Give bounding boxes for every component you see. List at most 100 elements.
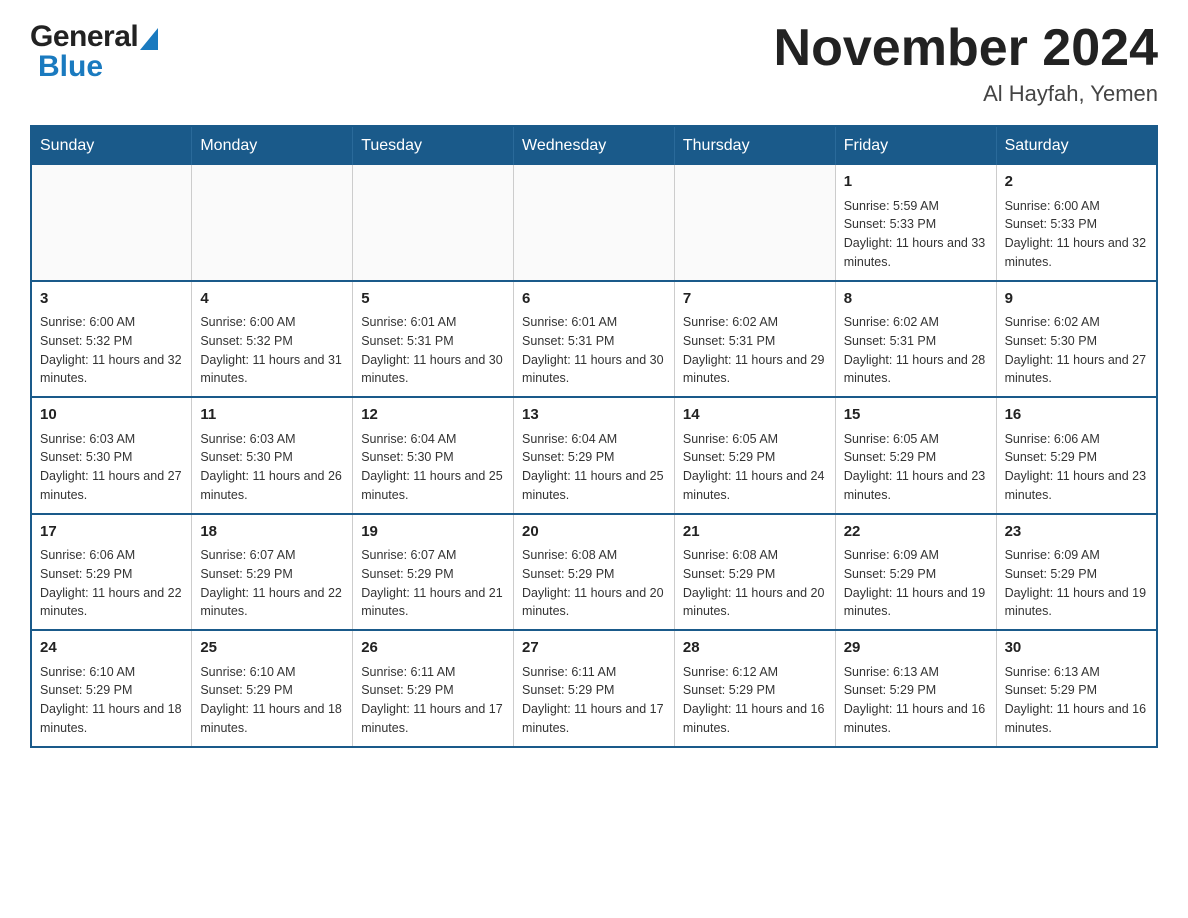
calendar-cell: 12 Sunrise: 6:04 AM Sunset: 5:30 PM Dayli… bbox=[353, 397, 514, 514]
day-number: 20 bbox=[522, 521, 666, 544]
day-info: Sunrise: 6:11 AM Sunset: 5:29 PM Dayligh… bbox=[361, 663, 505, 738]
calendar-cell: 28 Sunrise: 6:12 AM Sunset: 5:29 PM Dayli… bbox=[674, 630, 835, 747]
calendar-cell: 19Sunrise: 6:07 AM Sunset: 5:29 PM Dayli… bbox=[353, 514, 514, 631]
day-of-week-header: Wednesday bbox=[514, 126, 675, 165]
day-number: 1 bbox=[844, 171, 988, 194]
calendar-table: SundayMondayTuesdayWednesdayThursdayFrid… bbox=[30, 125, 1158, 748]
day-info: Sunrise: 6:02 AM Sunset: 5:30 PM Dayligh… bbox=[1005, 313, 1148, 388]
day-number: 26 bbox=[361, 637, 505, 660]
calendar-cell bbox=[353, 165, 514, 281]
calendar-cell: 20Sunrise: 6:08 AM Sunset: 5:29 PM Dayli… bbox=[514, 514, 675, 631]
calendar-cell: 18Sunrise: 6:07 AM Sunset: 5:29 PM Dayli… bbox=[192, 514, 353, 631]
day-info: Sunrise: 6:06 AM Sunset: 5:29 PM Dayligh… bbox=[40, 546, 183, 621]
calendar-cell: 8Sunrise: 6:02 AM Sunset: 5:31 PM Daylig… bbox=[835, 281, 996, 398]
calendar-cell bbox=[31, 165, 192, 281]
calendar-header-row: SundayMondayTuesdayWednesdayThursdayFrid… bbox=[31, 126, 1157, 165]
day-info: Sunrise: 6:13 AM Sunset: 5:29 PM Dayligh… bbox=[1005, 663, 1148, 738]
day-number: 4 bbox=[200, 288, 344, 311]
day-info: Sunrise: 6:06 AM Sunset: 5:29 PM Dayligh… bbox=[1005, 430, 1148, 505]
day-number: 23 bbox=[1005, 521, 1148, 544]
day-info: Sunrise: 6:03 AM Sunset: 5:30 PM Dayligh… bbox=[40, 430, 183, 505]
logo-general-text: General bbox=[30, 20, 138, 54]
logo-blue-text: Blue bbox=[34, 50, 158, 84]
day-number: 2 bbox=[1005, 171, 1148, 194]
calendar-cell: 9Sunrise: 6:02 AM Sunset: 5:30 PM Daylig… bbox=[996, 281, 1157, 398]
day-info: Sunrise: 6:10 AM Sunset: 5:29 PM Dayligh… bbox=[40, 663, 183, 738]
day-info: Sunrise: 6:13 AM Sunset: 5:29 PM Dayligh… bbox=[844, 663, 988, 738]
day-info: Sunrise: 6:08 AM Sunset: 5:29 PM Dayligh… bbox=[683, 546, 827, 621]
day-number: 14 bbox=[683, 404, 827, 427]
day-of-week-header: Thursday bbox=[674, 126, 835, 165]
day-info: Sunrise: 6:00 AM Sunset: 5:32 PM Dayligh… bbox=[40, 313, 183, 388]
day-number: 8 bbox=[844, 288, 988, 311]
calendar-cell: 22Sunrise: 6:09 AM Sunset: 5:29 PM Dayli… bbox=[835, 514, 996, 631]
day-info: Sunrise: 5:59 AM Sunset: 5:33 PM Dayligh… bbox=[844, 197, 988, 272]
calendar-cell: 21Sunrise: 6:08 AM Sunset: 5:29 PM Dayli… bbox=[674, 514, 835, 631]
day-number: 3 bbox=[40, 288, 183, 311]
calendar-cell: 29Sunrise: 6:13 AM Sunset: 5:29 PM Dayli… bbox=[835, 630, 996, 747]
day-number: 6 bbox=[522, 288, 666, 311]
day-info: Sunrise: 6:12 AM Sunset: 5:29 PM Dayligh… bbox=[683, 663, 827, 738]
day-number: 5 bbox=[361, 288, 505, 311]
calendar-week-row: 17Sunrise: 6:06 AM Sunset: 5:29 PM Dayli… bbox=[31, 514, 1157, 631]
day-info: Sunrise: 6:01 AM Sunset: 5:31 PM Dayligh… bbox=[522, 313, 666, 388]
calendar-cell: 10 Sunrise: 6:03 AM Sunset: 5:30 PM Dayli… bbox=[31, 397, 192, 514]
calendar-cell: 3Sunrise: 6:00 AM Sunset: 5:32 PM Daylig… bbox=[31, 281, 192, 398]
day-of-week-header: Sunday bbox=[31, 126, 192, 165]
calendar-cell: 2 Sunrise: 6:00 AM Sunset: 5:33 PM Daylig… bbox=[996, 165, 1157, 281]
calendar-cell bbox=[674, 165, 835, 281]
day-info: Sunrise: 6:00 AM Sunset: 5:33 PM Dayligh… bbox=[1005, 197, 1148, 272]
day-number: 22 bbox=[844, 521, 988, 544]
day-of-week-header: Friday bbox=[835, 126, 996, 165]
calendar-cell: 5Sunrise: 6:01 AM Sunset: 5:31 PM Daylig… bbox=[353, 281, 514, 398]
calendar-cell bbox=[514, 165, 675, 281]
day-info: Sunrise: 6:02 AM Sunset: 5:31 PM Dayligh… bbox=[683, 313, 827, 388]
day-of-week-header: Monday bbox=[192, 126, 353, 165]
day-number: 13 bbox=[522, 404, 666, 427]
day-info: Sunrise: 6:05 AM Sunset: 5:29 PM Dayligh… bbox=[683, 430, 827, 505]
day-number: 25 bbox=[200, 637, 344, 660]
day-number: 27 bbox=[522, 637, 666, 660]
day-info: Sunrise: 6:00 AM Sunset: 5:32 PM Dayligh… bbox=[200, 313, 344, 388]
day-info: Sunrise: 6:01 AM Sunset: 5:31 PM Dayligh… bbox=[361, 313, 505, 388]
calendar-cell: 1 Sunrise: 5:59 AM Sunset: 5:33 PM Daylig… bbox=[835, 165, 996, 281]
calendar-cell bbox=[192, 165, 353, 281]
calendar-cell: 13 Sunrise: 6:04 AM Sunset: 5:29 PM Dayli… bbox=[514, 397, 675, 514]
calendar-week-row: 3Sunrise: 6:00 AM Sunset: 5:32 PM Daylig… bbox=[31, 281, 1157, 398]
calendar-cell: 15Sunrise: 6:05 AM Sunset: 5:29 PM Dayli… bbox=[835, 397, 996, 514]
location-subtitle: Al Hayfah, Yemen bbox=[774, 81, 1158, 107]
day-info: Sunrise: 6:07 AM Sunset: 5:29 PM Dayligh… bbox=[361, 546, 505, 621]
day-number: 21 bbox=[683, 521, 827, 544]
calendar-cell: 14 Sunrise: 6:05 AM Sunset: 5:29 PM Dayli… bbox=[674, 397, 835, 514]
day-info: Sunrise: 6:08 AM Sunset: 5:29 PM Dayligh… bbox=[522, 546, 666, 621]
day-number: 30 bbox=[1005, 637, 1148, 660]
calendar-week-row: 24Sunrise: 6:10 AM Sunset: 5:29 PM Dayli… bbox=[31, 630, 1157, 747]
day-number: 16 bbox=[1005, 404, 1148, 427]
calendar-cell: 11Sunrise: 6:03 AM Sunset: 5:30 PM Dayli… bbox=[192, 397, 353, 514]
day-number: 18 bbox=[200, 521, 344, 544]
day-info: Sunrise: 6:07 AM Sunset: 5:29 PM Dayligh… bbox=[200, 546, 344, 621]
logo: General Blue bbox=[30, 20, 158, 84]
day-info: Sunrise: 6:05 AM Sunset: 5:29 PM Dayligh… bbox=[844, 430, 988, 505]
day-number: 28 bbox=[683, 637, 827, 660]
day-number: 7 bbox=[683, 288, 827, 311]
day-number: 19 bbox=[361, 521, 505, 544]
month-year-title: November 2024 bbox=[774, 20, 1158, 77]
calendar-cell: 25Sunrise: 6:10 AM Sunset: 5:29 PM Dayli… bbox=[192, 630, 353, 747]
logo-arrow-icon bbox=[140, 28, 158, 50]
calendar-week-row: 1 Sunrise: 5:59 AM Sunset: 5:33 PM Daylig… bbox=[31, 165, 1157, 281]
day-info: Sunrise: 6:04 AM Sunset: 5:30 PM Dayligh… bbox=[361, 430, 505, 505]
day-number: 9 bbox=[1005, 288, 1148, 311]
day-of-week-header: Saturday bbox=[996, 126, 1157, 165]
day-info: Sunrise: 6:09 AM Sunset: 5:29 PM Dayligh… bbox=[844, 546, 988, 621]
calendar-cell: 4Sunrise: 6:00 AM Sunset: 5:32 PM Daylig… bbox=[192, 281, 353, 398]
day-number: 12 bbox=[361, 404, 505, 427]
day-of-week-header: Tuesday bbox=[353, 126, 514, 165]
day-info: Sunrise: 6:11 AM Sunset: 5:29 PM Dayligh… bbox=[522, 663, 666, 738]
day-info: Sunrise: 6:09 AM Sunset: 5:29 PM Dayligh… bbox=[1005, 546, 1148, 621]
day-info: Sunrise: 6:04 AM Sunset: 5:29 PM Dayligh… bbox=[522, 430, 666, 505]
day-number: 10 bbox=[40, 404, 183, 427]
calendar-cell: 6Sunrise: 6:01 AM Sunset: 5:31 PM Daylig… bbox=[514, 281, 675, 398]
calendar-week-row: 10 Sunrise: 6:03 AM Sunset: 5:30 PM Dayli… bbox=[31, 397, 1157, 514]
calendar-cell: 7Sunrise: 6:02 AM Sunset: 5:31 PM Daylig… bbox=[674, 281, 835, 398]
